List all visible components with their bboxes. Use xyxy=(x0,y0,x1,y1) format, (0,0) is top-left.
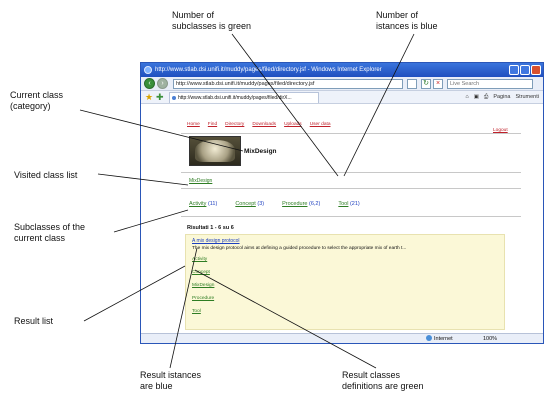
annotation-subclasses-of-current: Subclasses of the current class xyxy=(14,222,86,243)
zone-label: Internet xyxy=(434,336,453,342)
minimize-button[interactable] xyxy=(509,65,519,75)
browser-tab[interactable]: http://www.stlab.dsi.unifi.it/muddy/page… xyxy=(169,92,319,103)
globe-icon xyxy=(426,335,432,341)
close-button[interactable] xyxy=(531,65,541,75)
instance-count: (11) xyxy=(207,201,218,207)
visited-class-link[interactable]: MixDesign xyxy=(189,178,212,184)
subclass-item-concept: Concept (3) xyxy=(235,201,264,207)
subclass-item-tool: Tool (21) xyxy=(338,201,359,207)
search-input[interactable] xyxy=(447,79,533,89)
nav-user-data-link[interactable]: User data xyxy=(310,122,331,127)
annotation-result-istances: Result istances are blue xyxy=(140,370,202,391)
window-controls xyxy=(509,65,541,75)
page-menu[interactable]: Pagina xyxy=(493,92,510,103)
subclass-list: Activity (11) Concept (3) Procedure (6,2… xyxy=(189,201,378,207)
nav-uploads-link[interactable]: Uploads xyxy=(284,122,302,127)
divider xyxy=(181,172,521,173)
result-class-link[interactable]: MixDesign xyxy=(192,283,214,288)
tab-bar: ★ ✚ http://www.stlab.dsi.unifi.it/muddy/… xyxy=(141,91,543,104)
subclass-link[interactable]: Activity xyxy=(189,201,206,207)
instance-count: (21) xyxy=(349,201,360,207)
home-icon[interactable]: ⌂ xyxy=(465,92,468,103)
site-nav: Home Find Directory Downloads Uploads Us… xyxy=(187,122,330,127)
zoom-level[interactable]: 100% xyxy=(483,334,497,343)
title-bar: http://www.stlab.dsi.unifi.it/muddy/page… xyxy=(141,63,543,77)
result-class-link[interactable]: Concept xyxy=(192,270,210,275)
annotation-result-list: Result list xyxy=(14,316,54,326)
page-content: Home Find Directory Downloads Uploads Us… xyxy=(141,104,543,333)
tree-image-icon xyxy=(195,140,235,162)
maximize-button[interactable] xyxy=(520,65,530,75)
add-favorite-icon[interactable]: ✚ xyxy=(156,92,164,102)
command-bar: ⌂ ▣ ⎙ Pagina Strumenti xyxy=(465,92,539,103)
url-input[interactable] xyxy=(173,79,403,89)
muddy-page: Home Find Directory Downloads Uploads Us… xyxy=(181,110,521,330)
security-zone: Internet xyxy=(426,334,453,343)
result-description: The mix design protocol aims at defining… xyxy=(192,246,407,251)
result-instance-link[interactable]: A mix design protocol xyxy=(192,238,240,244)
results-heading: Risultati 1 - 6 su 6 xyxy=(187,225,234,231)
current-class-title: MixDesign xyxy=(244,148,277,155)
tab-label: http://www.stlab.dsi.unifi.it/muddy/page… xyxy=(178,95,292,101)
subclass-item-procedure: Procedure (6,2) xyxy=(282,201,320,207)
back-arrow-icon[interactable]: ‹ xyxy=(144,78,155,89)
refresh-icon[interactable]: ↻ xyxy=(421,79,431,89)
print-icon[interactable]: ⎙ xyxy=(484,92,488,103)
nav-downloads-link[interactable]: Downloads xyxy=(252,122,276,127)
window-title: http://www.stlab.dsi.unifi.it/muddy/page… xyxy=(155,67,382,73)
result-class-link[interactable]: Activity xyxy=(192,257,207,262)
status-bar: Internet 100% xyxy=(141,333,543,343)
instance-count: (6,2) xyxy=(309,201,321,207)
ie-logo-icon xyxy=(144,66,152,74)
result-class-link[interactable]: Tool xyxy=(192,309,201,314)
divider xyxy=(181,188,521,189)
annotation-visited-list: Visited class list xyxy=(14,170,78,180)
address-bar: ‹ › ↻ × xyxy=(141,77,543,91)
stop-icon[interactable]: × xyxy=(433,79,443,89)
annotation-current-class: Current class (category) xyxy=(10,90,64,111)
divider xyxy=(181,216,521,217)
nav-find-link[interactable]: Find xyxy=(208,122,217,127)
browser-window: http://www.stlab.dsi.unifi.it/muddy/page… xyxy=(140,62,544,344)
result-list: A mix design protocol The mix design pro… xyxy=(185,234,505,330)
subclass-link[interactable]: Tool xyxy=(338,201,348,207)
annotation-istances-blue: Number of istances is blue xyxy=(376,10,438,31)
tools-menu[interactable]: Strumenti xyxy=(515,92,539,103)
subclass-link[interactable]: Concept xyxy=(235,201,256,207)
go-dropdown-button[interactable] xyxy=(407,79,417,89)
nav-directory-link[interactable]: Directory xyxy=(225,122,244,127)
forward-arrow-icon[interactable]: › xyxy=(157,78,168,89)
visited-class-list: MixDesign xyxy=(189,178,212,184)
annotation-result-classes: Result classes definitions are green xyxy=(342,370,424,391)
subclass-item-activity: Activity (11) xyxy=(189,201,217,207)
page-icon xyxy=(172,96,176,100)
nav-home-link[interactable]: Home xyxy=(187,122,200,127)
result-class-link[interactable]: Procedure xyxy=(192,296,214,301)
instance-count: (3) xyxy=(257,201,265,207)
favorites-star-icon[interactable]: ★ xyxy=(145,92,153,102)
divider xyxy=(181,133,521,134)
feeds-icon[interactable]: ▣ xyxy=(474,92,479,103)
class-logo xyxy=(189,136,241,166)
annotation-subclasses-green: Number of subclasses is green xyxy=(172,10,252,31)
subclass-link[interactable]: Procedure xyxy=(282,201,307,207)
